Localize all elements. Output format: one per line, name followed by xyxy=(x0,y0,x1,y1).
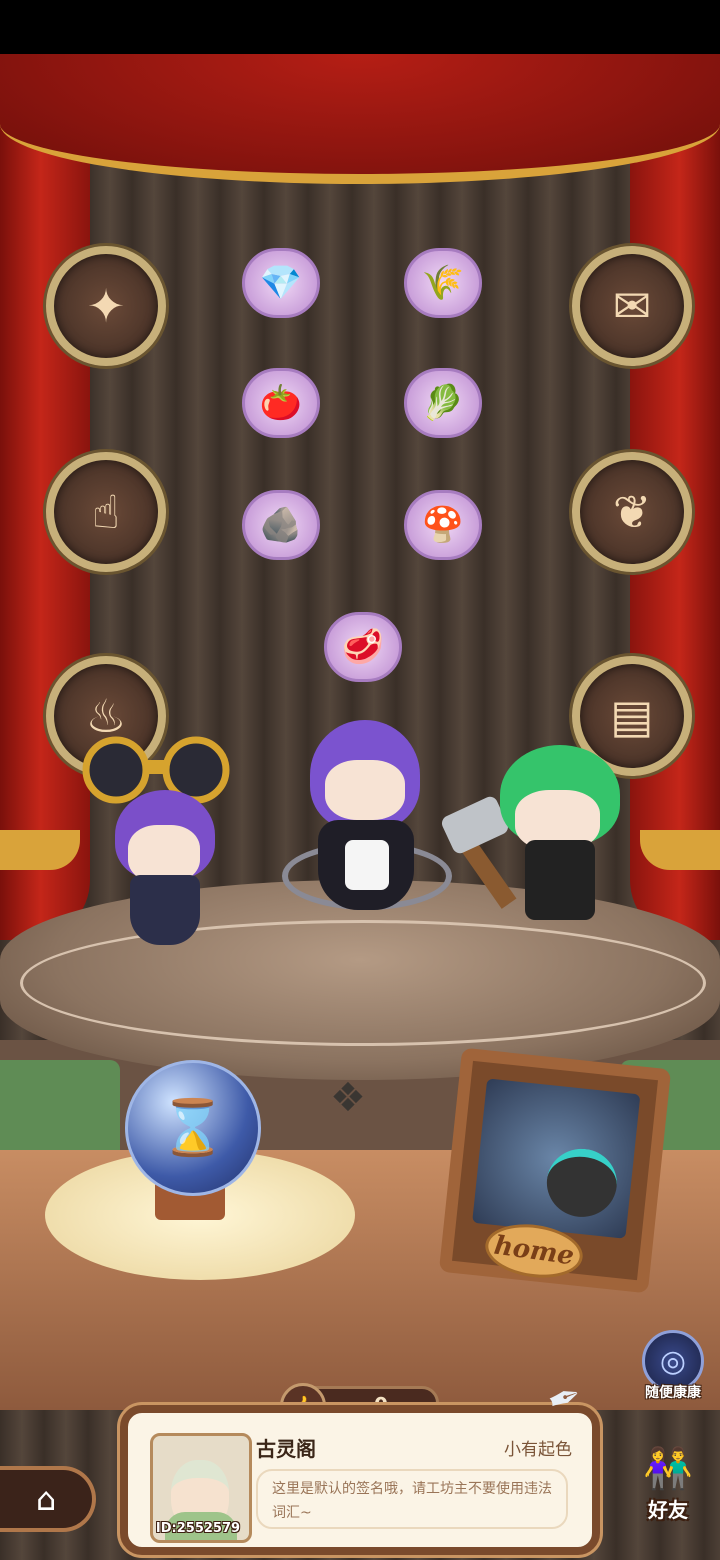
platform-ornament-icon: ❖ xyxy=(330,1075,366,1121)
platform-ring xyxy=(20,920,706,1046)
friends-icon: 👫 xyxy=(643,1445,693,1492)
random-visit-button[interactable]: ◎ 随便康康 xyxy=(632,1330,714,1410)
profile-card: ID:2552579 古灵阁 小有起色 这里是默认的签名哦，请工坊主不要使用违法… xyxy=(120,1405,600,1555)
random-visit-label: 随便康康 xyxy=(645,1385,701,1401)
shop-name: 古灵阁 xyxy=(256,1437,316,1461)
hourglass-icon: ⌛ xyxy=(159,1096,227,1159)
friends-button[interactable]: 👫 好友 xyxy=(622,1440,714,1532)
leek-icon[interactable]: 🥬 xyxy=(404,368,482,438)
stairs-left xyxy=(0,1060,120,1150)
maid-apron xyxy=(345,840,389,890)
gem-icon[interactable]: 💎 xyxy=(242,248,320,318)
tomato-icon[interactable]: 🍅 xyxy=(242,368,320,438)
sprout-medal-icon[interactable]: ❦ xyxy=(572,452,692,572)
home-painting xyxy=(472,1078,641,1239)
curtain-fringe-left xyxy=(0,830,80,870)
user-id: ID:2552579 xyxy=(155,1521,241,1536)
friends-label: 好友 xyxy=(648,1498,688,1522)
curtain-fringe-right xyxy=(640,830,720,870)
mushroom-icon[interactable]: 🍄 xyxy=(404,490,482,560)
home-button[interactable]: ⌂ xyxy=(0,1466,96,1532)
hammer-girl-body xyxy=(525,840,595,920)
curtain-valance xyxy=(0,54,720,184)
shop-rank: 小有起色 xyxy=(504,1440,572,1460)
maid-girl-face xyxy=(325,760,405,820)
thumbs-up-medal-icon[interactable]: ☝ xyxy=(46,452,166,572)
fairy-medal-icon[interactable]: ✦ xyxy=(46,246,166,366)
status-bar xyxy=(0,0,720,54)
scroll-medal-icon[interactable]: ✉ xyxy=(572,246,692,366)
meat-icon[interactable]: 🥩 xyxy=(324,612,402,682)
wheat-icon[interactable]: 🌾 xyxy=(404,248,482,318)
hourglass-crystal-ball[interactable]: ⌛ xyxy=(125,1060,261,1196)
house-icon: ⌂ xyxy=(35,1480,57,1518)
ore-icon[interactable]: 🪨 xyxy=(242,490,320,560)
signature-text[interactable]: 这里是默认的签名哦，请工坊主不要使用违法词汇~ xyxy=(256,1469,568,1529)
binocular-girl-body xyxy=(130,875,200,945)
cauldron-icon xyxy=(543,1145,621,1221)
